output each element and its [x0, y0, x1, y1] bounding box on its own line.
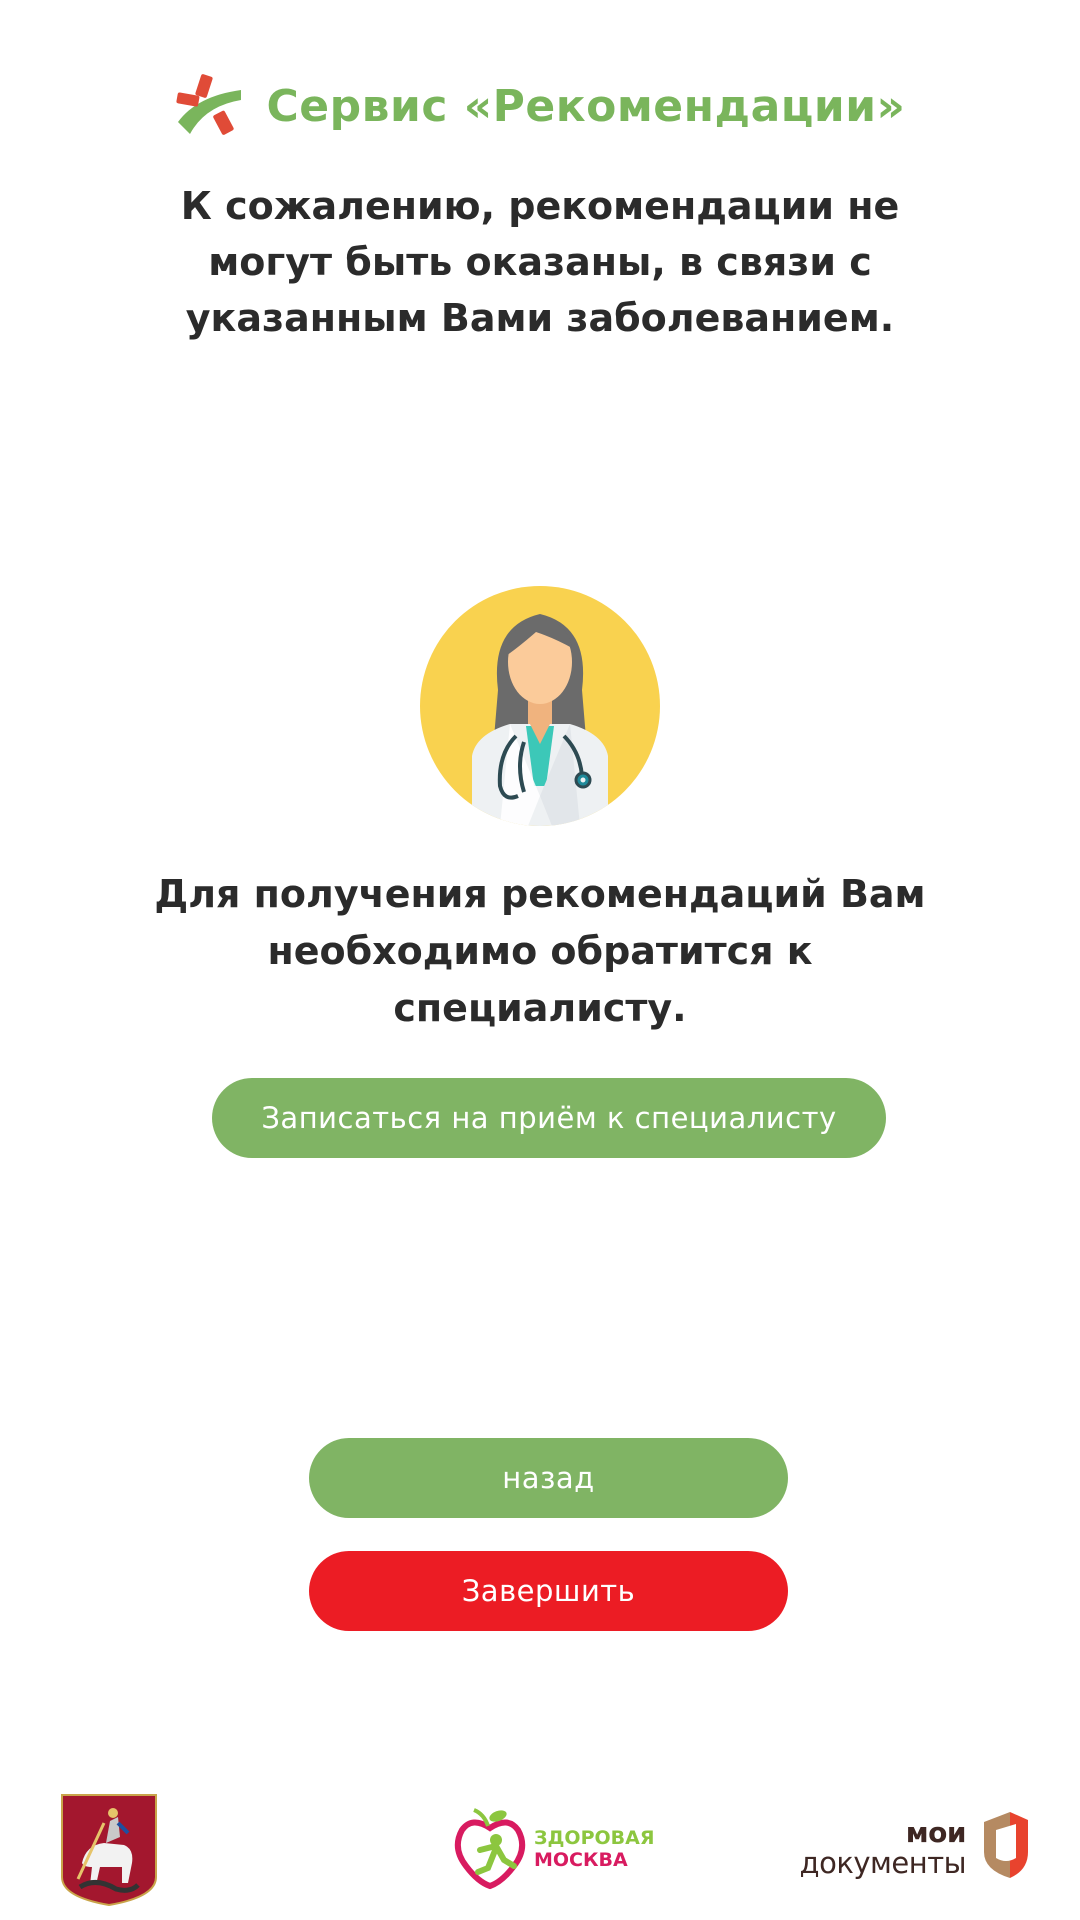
healthy-logo-line1: ЗДОРОВАЯ — [534, 1827, 655, 1849]
mydocs-logo-line1: мои — [905, 1816, 967, 1849]
my-documents-emblem-icon — [984, 1812, 1028, 1878]
unavailable-message: К сожалению, рекомендации не могут быть … — [180, 184, 900, 340]
service-title: Сервис «Рекомендации» — [266, 80, 906, 132]
doctor-illustration-icon — [420, 586, 660, 826]
healthy-moscow-logo: ЗДОРОВАЯ МОСКВА — [452, 1808, 654, 1890]
back-button[interactable]: назад — [309, 1438, 788, 1518]
book-appointment-button[interactable]: Записаться на приём к специалисту — [212, 1078, 886, 1158]
finish-button[interactable]: Завершить — [309, 1551, 788, 1631]
healthy-logo-line2: МОСКВА — [534, 1849, 628, 1871]
specialist-message: Для получения рекомендаций Вам необходим… — [154, 872, 926, 1030]
my-documents-logo: мои документы — [786, 1812, 1032, 1892]
mydocs-logo-line2: документы — [799, 1846, 967, 1880]
healthy-moscow-emblem-icon — [454, 1808, 526, 1890]
service-asterisk-icon — [175, 74, 241, 135]
moscow-coat-of-arms-icon — [61, 1794, 157, 1907]
header: Сервис «Рекомендации» — [0, 66, 1080, 146]
